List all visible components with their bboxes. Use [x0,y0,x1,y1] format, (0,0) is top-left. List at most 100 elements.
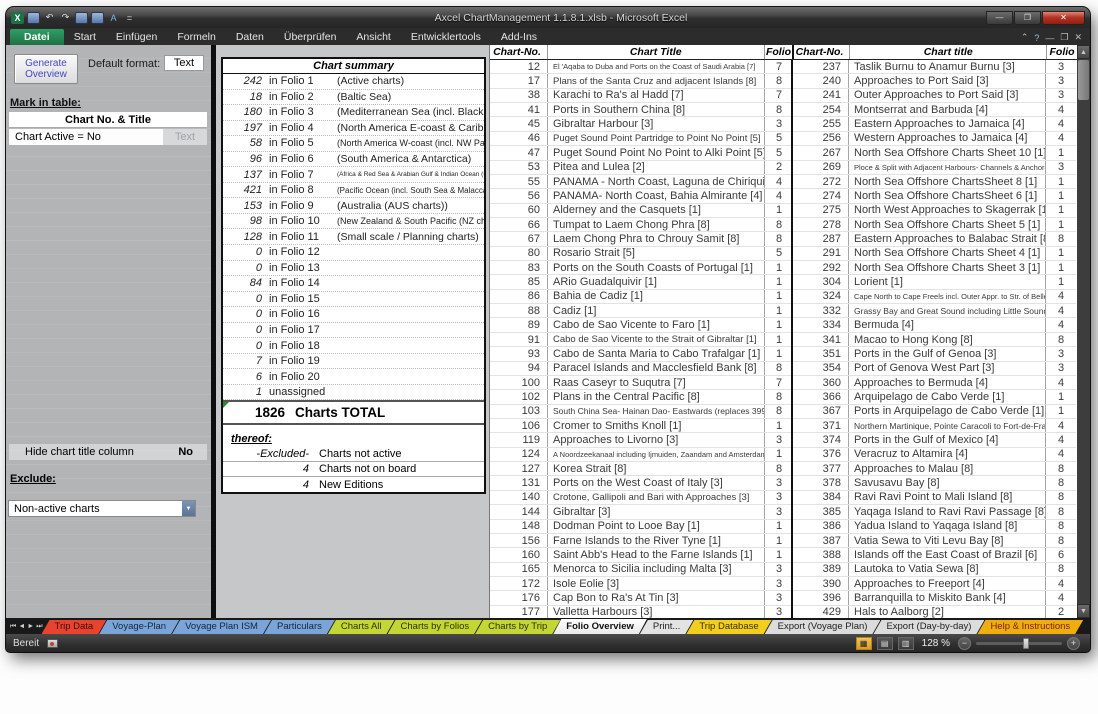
sheet-tab-export-day-by-day-[interactable]: Export (Day-by-day) [873,620,984,634]
summary-row[interactable]: 6in Folio 20 [223,369,484,385]
table-row[interactable]: 88Cadiz [1]1 [490,304,791,318]
chart-no-cell[interactable]: 275 [793,204,849,217]
chart-no-cell[interactable]: 291 [793,247,849,260]
chart-no-cell[interactable]: 396 [793,591,849,604]
ribbon-tab-formeln[interactable]: Formeln [167,29,226,45]
table-row[interactable]: 384Ravi Ravi Point to Mali Island [8]8 [793,491,1076,505]
chart-title-cell[interactable]: Outer Approaches to Port Said [3] [849,89,1046,102]
table-row[interactable]: 366Arquipelago de Cabo Verde [1]1 [793,390,1076,404]
chart-title-cell[interactable]: ARio Guadalquivir [1] [548,275,765,288]
chart-title-cell[interactable]: North West Approaches to Skagerrak [1] [849,204,1046,217]
default-format-field[interactable]: Text [164,55,204,71]
chart-title-cell[interactable]: Arquipelago de Cabo Verde [1] [849,390,1046,403]
chart-no-cell[interactable]: 366 [793,390,849,403]
folio-cell[interactable]: 4 [1046,319,1076,331]
folio-cell[interactable]: 8 [765,233,793,245]
chart-title-cell[interactable]: Cabo de Sao Vicente to the Strait of Gib… [548,333,765,346]
chart-title-cell[interactable]: Western Approaches to Jamaica [4] [849,132,1046,145]
chart-title-cell[interactable]: Puget Sound Point No Point to Alki Point… [548,146,765,159]
chart-title-cell[interactable]: North Sea Offshore ChartsSheet 6 [1] [849,189,1046,202]
table-row[interactable]: 341Macao to Hong Kong [8]8 [793,333,1076,347]
summary-row[interactable]: 128in Folio 11(Small scale / Planning ch… [223,229,484,245]
table-row[interactable]: 85ARio Guadalquivir [1]1 [490,275,791,289]
chart-no-cell[interactable]: 47 [490,146,548,159]
table-row[interactable]: 254Montserrat and Barbuda [4]4 [793,103,1076,117]
minimize-button[interactable]: — [986,11,1013,25]
chart-title-cell[interactable]: Bahia de Cadiz [1] [548,290,765,303]
table-row[interactable]: 93Cabo de Santa Maria to Cabo Trafalgar … [490,347,791,361]
table-row[interactable]: 360Approaches to Bermuda [4]4 [793,376,1076,390]
chart-no-cell[interactable]: 86 [490,290,548,303]
table-row[interactable]: 103South China Sea- Hainan Dao- Eastward… [490,405,791,419]
table-row[interactable]: 144Gibraltar [3]3 [490,505,791,519]
chart-no-cell[interactable]: 334 [793,318,849,331]
folio-cell[interactable]: 4 [1046,377,1076,389]
folio-cell[interactable]: 8 [765,104,793,116]
table-row[interactable]: 60Alderney and the Casquets [1]1 [490,204,791,218]
chart-title-cell[interactable]: Laem Chong Phra to Chrouy Samit [8] [548,232,765,245]
chart-title-cell[interactable]: Bermuda [4] [849,318,1046,331]
chart-no-cell[interactable]: 377 [793,462,849,475]
summary-row[interactable]: 421in Folio 8(Pacific Ocean (incl. South… [223,183,484,199]
folio-cell[interactable]: 1 [1046,190,1076,202]
chart-title-cell[interactable]: Macao to Hong Kong [8] [849,333,1046,346]
chart-no-cell[interactable]: 385 [793,505,849,518]
chart-title-cell[interactable]: Cap Bon to Ra's At Tin [3] [548,591,765,604]
font-icon[interactable]: A [107,12,120,24]
folio-cell[interactable]: 1 [1046,276,1076,288]
table-row[interactable]: 106Cromer to Smiths Knoll [1]1 [490,419,791,433]
chart-no-cell[interactable]: 278 [793,218,849,231]
folio-cell[interactable]: 5 [765,147,793,159]
folio-cell[interactable]: 3 [1046,362,1076,374]
next-sheet-icon[interactable]: ► [27,622,34,632]
formula-icon[interactable]: = [123,12,136,24]
folio-cell[interactable]: 7 [765,61,793,73]
workbook-close-icon[interactable]: ✕ [1074,32,1082,43]
table-row[interactable]: 274North Sea Offshore ChartsSheet 6 [1]1 [793,189,1076,203]
workbook-minimize-icon[interactable]: — [1045,33,1054,43]
table-row[interactable]: 102Plans in the Central Pacific [8]8 [490,390,791,404]
chart-no-cell[interactable]: 127 [490,462,548,475]
folio-cell[interactable]: 6 [1046,549,1076,561]
table-row[interactable]: 291North Sea Offshore Charts Sheet 4 [1]… [793,247,1076,261]
chart-no-cell[interactable]: 272 [793,175,849,188]
chart-no-cell[interactable]: 53 [490,161,548,174]
table-row[interactable]: 269Ploce & Split with Adjacent Harbours-… [793,161,1076,175]
folio-cell[interactable]: 4 [1046,448,1076,460]
chart-no-cell[interactable]: 256 [793,132,849,145]
folio-cell[interactable]: 8 [1046,535,1076,547]
chart-title-cell[interactable]: Grassy Bay and Great Sound including Lit… [849,304,1046,317]
zoom-slider-thumb[interactable] [1023,638,1029,649]
summary-row[interactable]: 84in Folio 14 [223,276,484,292]
table-row[interactable]: 377Approaches to Malau [8]8 [793,462,1076,476]
chart-no-cell[interactable]: 12 [490,60,548,73]
sheet-tab-print-[interactable]: Print... [640,620,693,634]
folio-cell[interactable]: 1 [765,204,793,216]
chart-no-cell[interactable]: 274 [793,189,849,202]
sheet-tab-charts-all[interactable]: Charts All [328,620,395,634]
folio-cell[interactable]: 1 [765,535,793,547]
chart-title-cell[interactable]: North Sea Offshore Charts Sheet 4 [1] [849,247,1046,260]
chart-title-cell[interactable]: A Noordzeekanaal including Ijmuiden, Zaa… [548,448,765,461]
folio-cell[interactable]: 1 [765,420,793,432]
chart-no-cell[interactable]: 102 [490,390,548,403]
chart-no-cell[interactable]: 56 [490,189,548,202]
chart-no-cell[interactable]: 131 [490,476,548,489]
chart-title-cell[interactable]: Crotone, Gallipoli and Bari with Approac… [548,491,765,504]
chart-title-cell[interactable]: North Sea Offshore Charts Sheet 10 [1] [849,146,1046,159]
folio-cell[interactable]: 8 [765,75,793,87]
last-sheet-icon[interactable]: ⏭ [36,622,42,632]
zoom-level[interactable]: 128 % [919,638,953,649]
summary-row[interactable]: 7in Folio 19 [223,354,484,370]
chart-title-cell[interactable]: Hals to Aalborg [2] [849,606,1046,618]
folio-cell[interactable]: 3 [1046,75,1076,87]
chart-title-cell[interactable]: Karachi to Ra's al Hadd [7] [548,89,765,102]
table-row[interactable]: 131Ports on the West Coast of Italy [3]3 [490,476,791,490]
folio-cell[interactable]: 1 [765,305,793,317]
table-row[interactable]: 119Approaches to Livorno [3]3 [490,433,791,447]
folio-cell[interactable]: 4 [1046,578,1076,590]
summary-row[interactable]: 242in Folio 1(Active charts) [223,74,484,90]
scroll-down-icon[interactable]: ▼ [1077,604,1090,618]
table-row[interactable]: 91Cabo de Sao Vicente to the Strait of G… [490,333,791,347]
table-row[interactable]: 324Cape North to Cape Freels incl. Outer… [793,290,1076,304]
